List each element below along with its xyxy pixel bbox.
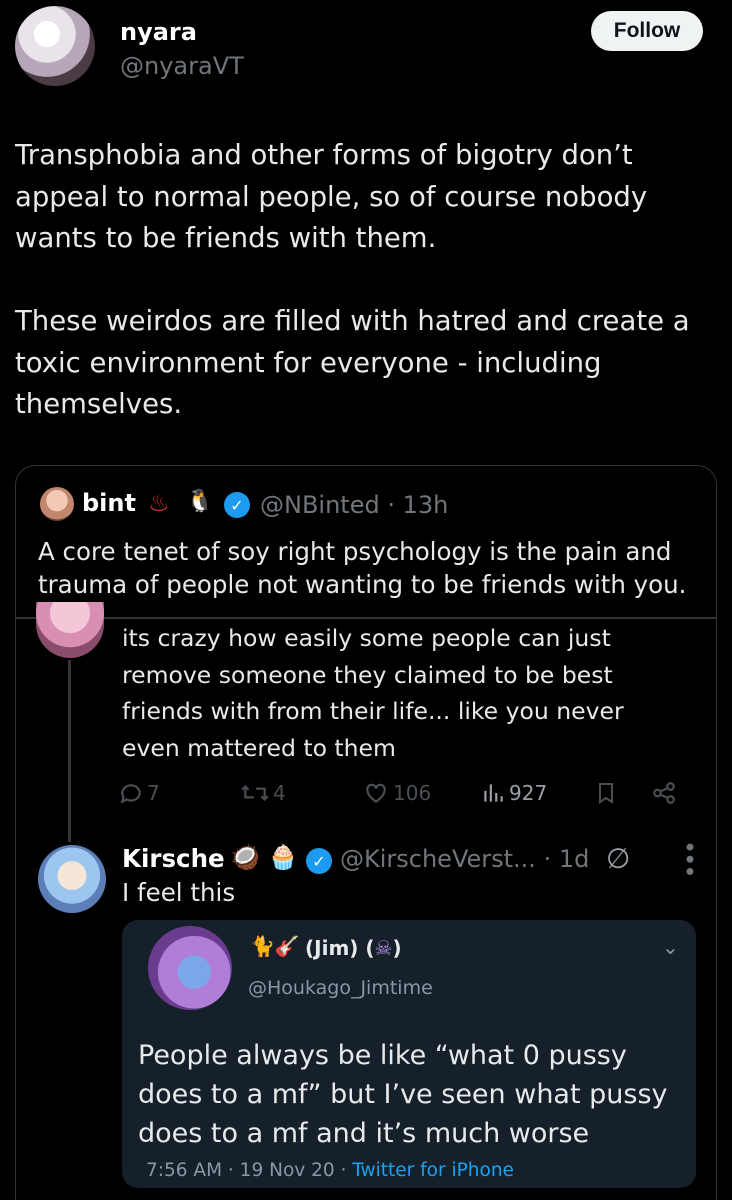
reply-line: even mattered to them xyxy=(122,733,396,762)
embedded-line: People always be like “what 0 pussy xyxy=(138,1040,627,1071)
views-count: 927 xyxy=(509,781,548,805)
quote-author-name[interactable]: bint xyxy=(82,489,136,517)
quote-line: A core tenet of soy right psychology is … xyxy=(38,537,672,566)
bookmark-icon xyxy=(599,783,613,804)
reply-line: friends with from their life... like you… xyxy=(122,697,624,725)
quote-tweet-text: A core tenet of soy right psychology is … xyxy=(38,535,708,601)
tweet-paragraph-1: Transphobia and other forms of bigotry d… xyxy=(15,135,715,260)
embedded-handle: @Houkago_Jimtime xyxy=(248,977,433,999)
cat-guitar-emoji: 🐈🎸 xyxy=(250,934,300,958)
retweet-icon xyxy=(241,785,269,801)
quote-author-avatar[interactable] xyxy=(40,487,74,521)
like-button[interactable]: 106 xyxy=(362,780,431,806)
tweet-paragraph-2: These weirdos are filled with hatred and… xyxy=(15,301,715,426)
embedded-source: Twitter for iPhone xyxy=(352,1160,514,1181)
kirsche-text: I feel this xyxy=(122,878,236,907)
kirsche-name[interactable]: Kirsche xyxy=(122,844,225,873)
reply-button[interactable]: 7 xyxy=(118,780,160,806)
tweet-line: toxic environment for everyone - includi… xyxy=(15,346,602,379)
coconut-emoji: 🥥 xyxy=(230,843,260,871)
embedded-name: (Jim) (☠) xyxy=(305,936,402,960)
reply-count: 7 xyxy=(147,781,160,805)
embedded-name-text: (Jim) ( xyxy=(305,936,375,960)
follow-button[interactable]: Follow xyxy=(591,11,703,51)
heart-icon xyxy=(366,783,386,803)
retweet-count: 4 xyxy=(273,781,286,805)
share-icon xyxy=(653,782,675,804)
mute-icon[interactable]: ∅ xyxy=(606,842,630,875)
retweet-button[interactable]: 4 xyxy=(240,780,286,806)
embedded-line: does to a mf” but I’ve seen what pussy xyxy=(138,1079,668,1110)
views-button[interactable]: 927 xyxy=(480,780,547,806)
embedded-text: People always be like “what 0 pussy does… xyxy=(138,1036,688,1153)
author-display-name[interactable]: nyara xyxy=(120,18,197,46)
embedded-avatar xyxy=(148,926,232,1010)
verified-badge-icon: ✓ xyxy=(306,848,332,874)
reply-line: remove someone they claimed to be best xyxy=(122,660,613,689)
hot-springs-emoji: ♨ xyxy=(148,489,170,517)
views-icon xyxy=(484,784,503,802)
like-count: 106 xyxy=(393,781,432,805)
embedded-timestamp: 7:56 AM · 19 Nov 20 · Twitter for iPhone xyxy=(146,1160,514,1181)
reply-icon xyxy=(120,784,141,804)
quote-handle-time[interactable]: @NBinted · 13h xyxy=(260,491,448,519)
kirsche-handle-time[interactable]: @KirscheVerst... · 1d xyxy=(340,845,589,873)
tweet-line: Transphobia and other forms of bigotry d… xyxy=(15,139,633,171)
verified-badge-icon: ✓ xyxy=(224,492,250,518)
chevron-down-icon: ⌄ xyxy=(662,935,679,959)
kirsche-avatar[interactable] xyxy=(38,845,106,913)
embedded-time: 7:56 AM · 19 Nov 20 · xyxy=(146,1160,353,1181)
tweet-line: themselves. xyxy=(15,388,183,420)
reply-line: its crazy how easily some people can jus… xyxy=(122,624,611,652)
penguin-emoji: 🐧 xyxy=(186,489,214,514)
tweet-line: wants to be friends with them. xyxy=(15,222,437,254)
quote-line: trauma of people not wanting to be frien… xyxy=(38,570,687,599)
divider xyxy=(16,617,716,619)
author-handle[interactable]: @nyaraVT xyxy=(120,52,244,80)
bookmark-button[interactable] xyxy=(594,780,618,806)
more-options-icon[interactable]: ••• xyxy=(675,840,703,876)
skull-emoji: ☠ xyxy=(374,936,393,960)
embedded-line: does to a mf and it’s much worse xyxy=(138,1118,590,1149)
cupcake-emoji: 🧁 xyxy=(268,843,298,871)
tweet-line: These weirdos are filled with hatred and… xyxy=(15,305,690,337)
share-button[interactable] xyxy=(650,780,678,806)
reply-action-bar: 7 4 106 927 xyxy=(118,780,698,812)
reply-text: its crazy how easily some people can jus… xyxy=(122,620,682,766)
thread-connector-line xyxy=(68,660,71,842)
author-avatar[interactable] xyxy=(15,6,95,86)
tweet-line: appeal to normal people, so of course no… xyxy=(15,180,648,213)
